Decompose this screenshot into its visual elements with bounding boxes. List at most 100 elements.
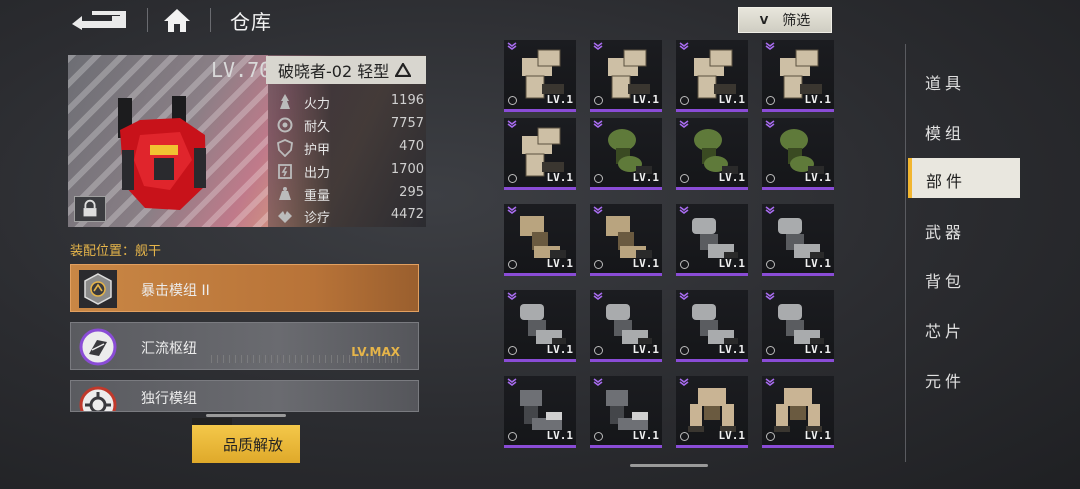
part-level: LV.1 xyxy=(804,93,832,106)
part-cell-dark-arm[interactable]: LV.1 xyxy=(504,376,576,448)
part-level: LV.1 xyxy=(546,343,574,356)
slot-ring-icon xyxy=(594,260,603,269)
part-level: LV.1 xyxy=(804,257,832,270)
slot-ring-icon xyxy=(508,260,517,269)
stat-row-weight: 重量 295 xyxy=(276,184,426,204)
part-image xyxy=(608,49,650,99)
part-level: LV.1 xyxy=(546,429,574,442)
power-icon xyxy=(278,164,292,179)
part-cell-green-leg[interactable]: LV.1 xyxy=(762,118,834,190)
solo-module-icon xyxy=(79,386,117,411)
part-image xyxy=(520,304,566,344)
part-image xyxy=(606,304,652,344)
slot-ring-icon xyxy=(508,346,517,355)
part-cell-grey-leg[interactable]: LV.1 xyxy=(676,204,748,276)
part-level: LV.1 xyxy=(804,343,832,356)
part-image xyxy=(780,129,824,174)
part-cell-green-leg[interactable]: LV.1 xyxy=(590,118,662,190)
nav-item-1[interactable]: 模组 xyxy=(925,120,965,144)
part-cell-grey-leg[interactable]: LV.1 xyxy=(762,290,834,362)
part-level: LV.1 xyxy=(718,93,746,106)
nav-item-2[interactable]: 部件 xyxy=(908,158,1020,198)
slot-ring-icon xyxy=(766,96,775,105)
part-cell-green-leg[interactable]: LV.1 xyxy=(676,118,748,190)
part-image xyxy=(780,49,822,99)
part-image xyxy=(692,304,738,344)
firepower-icon xyxy=(280,94,290,109)
nav-item-0[interactable]: 道具 xyxy=(925,70,965,94)
part-level: LV.1 xyxy=(718,257,746,270)
nav-item-3[interactable]: 武器 xyxy=(925,219,965,243)
part-image xyxy=(520,390,562,430)
slot-ring-icon xyxy=(680,260,689,269)
nav-item-6[interactable]: 元件 xyxy=(925,368,965,392)
module-row-crit[interactable]: 暴击模组 II xyxy=(70,264,419,312)
slot-ring-icon xyxy=(680,432,689,441)
part-level: LV.1 xyxy=(804,171,832,184)
slot-ring-icon xyxy=(766,260,775,269)
heal-icon xyxy=(278,211,292,223)
part-level: LV.1 xyxy=(718,171,746,184)
mech-level: LV.70 xyxy=(211,58,272,82)
part-level: LV.1 xyxy=(632,93,660,106)
stat-row-durability: 耐久 7757 xyxy=(276,115,426,135)
part-cell-grey-leg[interactable]: LV.1 xyxy=(762,204,834,276)
nav-item-label: 部件 xyxy=(926,172,967,191)
part-image xyxy=(520,216,566,258)
part-cell-dark-arm[interactable]: LV.1 xyxy=(590,376,662,448)
part-level: LV.1 xyxy=(546,171,574,184)
part-image xyxy=(694,49,736,99)
module-row-solo[interactable]: 独行模组 xyxy=(70,380,419,412)
part-image xyxy=(606,216,652,258)
part-image xyxy=(522,127,564,177)
slot-ring-icon xyxy=(508,96,517,105)
part-cell-tan-leg[interactable]: LV.1 xyxy=(504,204,576,276)
part-cell-tan-arm[interactable]: LV.1 xyxy=(590,40,662,112)
filter-button[interactable]: V 筛选 xyxy=(738,7,832,33)
part-image xyxy=(774,388,822,432)
header-divider xyxy=(147,8,148,32)
slot-ring-icon xyxy=(508,174,517,183)
crit-module-icon xyxy=(79,270,117,308)
slot-ring-icon xyxy=(680,96,689,105)
back-icon[interactable] xyxy=(72,8,130,32)
confluence-hub-icon xyxy=(79,328,117,366)
part-cell-grey-leg[interactable]: LV.1 xyxy=(590,290,662,362)
slot-ring-icon xyxy=(766,174,775,183)
durability-icon xyxy=(277,117,293,133)
mech-name: 破晓者-02 轻型 xyxy=(278,62,390,81)
nav-item-5[interactable]: 芯片 xyxy=(925,318,965,342)
part-image xyxy=(606,390,648,430)
slot-ring-icon xyxy=(594,346,603,355)
slot-ring-icon xyxy=(680,174,689,183)
slot-ring-icon xyxy=(766,346,775,355)
part-image xyxy=(778,218,824,258)
home-icon[interactable] xyxy=(162,6,192,34)
part-cell-tan-arm[interactable]: LV.1 xyxy=(676,40,748,112)
part-level: LV.1 xyxy=(546,93,574,106)
part-cell-tan-leg[interactable]: LV.1 xyxy=(590,204,662,276)
part-level: LV.1 xyxy=(632,257,660,270)
part-cell-tan-walker[interactable]: LV.1 xyxy=(676,376,748,448)
part-level: LV.1 xyxy=(632,343,660,356)
stat-row-heal: 诊疗 4472 xyxy=(276,206,426,226)
module-name: 汇流枢纽 xyxy=(141,341,197,357)
weight-icon xyxy=(279,187,291,200)
quality-release-button[interactable]: 品质解放 xyxy=(192,418,300,463)
lock-button[interactable] xyxy=(74,196,106,222)
part-cell-grey-leg[interactable]: LV.1 xyxy=(504,290,576,362)
part-cell-tan-arm[interactable]: LV.1 xyxy=(762,40,834,112)
slot-ring-icon xyxy=(508,432,517,441)
part-level: LV.1 xyxy=(632,171,660,184)
part-cell-tan-walker[interactable]: LV.1 xyxy=(762,376,834,448)
part-level: LV.1 xyxy=(718,429,746,442)
stat-row-firepower: 火力 1196 xyxy=(276,92,426,112)
nav-item-4[interactable]: 背包 xyxy=(925,268,965,292)
part-cell-tan-arm[interactable]: LV.1 xyxy=(504,40,576,112)
part-cell-tan-arm[interactable]: LV.1 xyxy=(504,118,576,190)
part-level: LV.1 xyxy=(546,257,574,270)
module-row-confluence-hub[interactable]: 汇流枢纽 LV.MAX xyxy=(70,322,419,370)
part-cell-grey-leg[interactable]: LV.1 xyxy=(676,290,748,362)
mech-name-plate: 破晓者-02 轻型 xyxy=(266,56,426,84)
part-image xyxy=(688,388,736,432)
